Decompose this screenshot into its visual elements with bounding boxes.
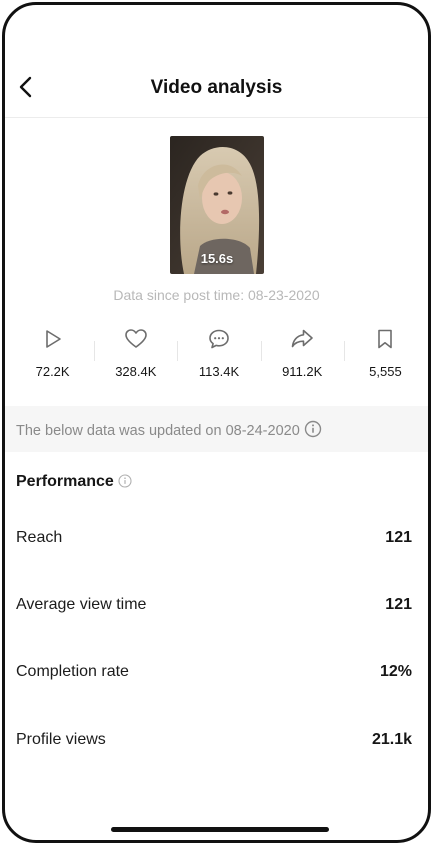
stat-comments: 113.4K [177,327,260,385]
stat-likes: 328.4K [94,327,177,385]
play-icon [45,330,61,348]
heart-icon [124,329,147,348]
stat-value: 328.4K [115,364,157,379]
update-text: The below data was updated on 08-24-2020 [16,423,300,439]
performance-title-text: Performance [16,473,114,490]
stat-shares: 911.2K [260,327,344,385]
video-duration: 15.6s [200,251,234,266]
metric-value: 12% [379,663,412,680]
metric-label: Average view time [16,596,147,613]
metric-row-reach: Reach 121 [16,529,412,553]
stat-value: 72.2K [35,364,70,379]
update-banner: The below data was updated on 08-24-2020 [5,406,428,452]
page-title: Video analysis [150,77,283,98]
metric-row-completion-rate: Completion rate 12% [16,663,412,687]
data-since-text: Data since post time: 08-23-2020 [113,287,320,303]
stat-saves: 5,555 [343,327,427,385]
stats-row: 72.2K 328.4K 113.4K 911.2K 5,555 [11,327,427,385]
metric-value: 121 [385,529,412,546]
stat-value: 911.2K [282,364,323,379]
info-icon[interactable] [118,474,132,493]
metric-label: Reach [16,529,63,546]
stat-value: 113.4K [198,364,240,379]
metric-value: 21.1k [371,731,412,748]
stat-value: 5,555 [369,364,402,379]
video-thumbnail[interactable]: 15.6s [170,136,264,274]
info-icon[interactable] [304,420,322,442]
metric-value: 121 [385,596,412,613]
stat-plays: 72.2K [11,327,94,385]
phone-frame: Video analysis 15.6s Data since post tim… [2,2,431,843]
share-icon [291,329,314,348]
metric-row-average-view-time: Average view time 121 [16,596,412,620]
header: Video analysis [5,63,428,118]
metric-label: Profile views [16,731,106,748]
bookmark-icon [378,329,393,349]
comment-icon [209,329,229,349]
metric-row-profile-views: Profile views 21.1k [16,731,412,755]
metric-label: Completion rate [16,663,129,680]
home-indicator[interactable] [111,827,329,832]
performance-title: Performance [16,473,132,493]
